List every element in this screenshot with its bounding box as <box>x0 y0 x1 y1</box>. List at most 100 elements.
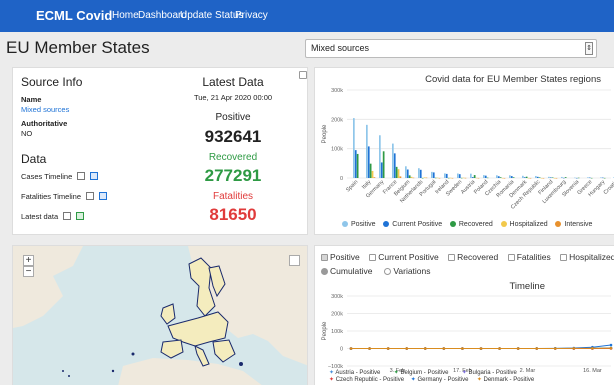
checkbox-positive[interactable] <box>321 254 328 261</box>
brand-logo[interactable]: ECML Covid <box>36 8 112 23</box>
legend-intensive[interactable]: Intensive <box>555 221 592 228</box>
latest-data-label: Latest data <box>21 212 59 221</box>
bar-recovered <box>486 177 489 179</box>
table-icon[interactable] <box>77 172 86 180</box>
timeline-point <box>461 347 464 350</box>
bar-positive <box>457 173 459 178</box>
bar-intensive <box>555 177 558 179</box>
bar-recovered <box>525 176 528 178</box>
expand-icon[interactable] <box>299 71 307 79</box>
toggle-fatalities[interactable]: Fatalities <box>507 252 551 262</box>
fatalities-timeline-label: Fatalities Timeline <box>21 192 82 201</box>
bar-positive <box>470 173 472 178</box>
legend-bulgaria[interactable]: Bulgaria - Positive <box>469 370 517 376</box>
legend-denmark[interactable]: Denmark - Positive <box>484 377 535 383</box>
source-name-link[interactable]: Mixed sources <box>21 105 69 114</box>
map-zoom-in-button[interactable]: + <box>23 255 34 266</box>
toggle-positive[interactable]: Positive <box>321 252 360 262</box>
timeline-y-tick: 0 <box>340 347 343 353</box>
bar-positive <box>392 143 394 178</box>
timeline-point <box>535 347 539 350</box>
legend-denmark-icon: ✦ <box>476 377 482 383</box>
bar-hospitalized <box>462 177 465 179</box>
doc-icon[interactable] <box>99 192 108 200</box>
source-select[interactable]: Mixed sources ⇕ <box>305 39 597 58</box>
legend-recovered[interactable]: Recovered <box>449 221 493 228</box>
checkbox-fatalities[interactable] <box>507 254 515 261</box>
toggle-recovered[interactable]: Recovered <box>448 252 498 262</box>
bar-recovered <box>408 175 411 178</box>
cases-timeline-label: Cases Timeline <box>21 172 73 181</box>
bar-x-tick: Croatia <box>603 179 614 196</box>
regions-bar-chart-card: Covid data for EU Member States regions … <box>314 67 614 235</box>
radio-variations[interactable]: Variations <box>384 266 431 276</box>
timeline-point <box>516 347 520 350</box>
checkbox-hospitalized[interactable] <box>560 254 568 261</box>
bar-positive <box>496 175 498 178</box>
series-toggles: Positive Current Positive Recovered Fata… <box>321 252 614 262</box>
bar-intensive <box>477 177 480 179</box>
bar-intensive <box>425 177 428 179</box>
bar-hospitalized <box>371 170 374 178</box>
doc-icon[interactable] <box>90 172 99 180</box>
bar-recovered <box>603 177 606 179</box>
bar-recovered <box>421 177 424 179</box>
checkbox-recovered[interactable] <box>448 254 456 261</box>
positive-label: Positive <box>215 112 251 123</box>
legend-hospitalized[interactable]: Hospitalized <box>500 221 548 228</box>
europe-map[interactable] <box>13 246 308 385</box>
bar-current-positive <box>510 176 513 178</box>
latest-data-row: Latest data <box>21 212 85 221</box>
bar-positive <box>405 166 407 178</box>
legend-current-positive[interactable]: Current Positive <box>383 221 442 228</box>
bar-intensive <box>464 177 467 179</box>
timeline-point <box>423 347 427 350</box>
map-layers-icon[interactable] <box>289 255 300 266</box>
island-caribbean <box>62 370 64 372</box>
table-icon[interactable] <box>86 192 95 200</box>
legend-czech[interactable]: Czech Republic - Positive <box>336 377 404 383</box>
bar-positive <box>535 175 537 178</box>
bar-positive <box>418 168 420 178</box>
bar-hospitalized <box>540 177 543 179</box>
timeline-chart: −100k0100k200k300kPeople3. Feb 17. Feb 2. … <box>322 294 613 372</box>
bar-y-tick: 300k <box>331 88 343 94</box>
legend-positive[interactable]: Positive <box>342 221 376 228</box>
timeline-point <box>591 347 594 350</box>
bar-positive <box>509 175 511 178</box>
checkbox-current-positive[interactable] <box>369 254 377 261</box>
bar-positive <box>600 177 602 178</box>
legend-hospitalized-label: Hospitalized <box>509 221 548 228</box>
nav-link-home[interactable]: Home <box>112 10 139 21</box>
timeline-point <box>609 346 613 350</box>
bar-chart: 0100k200k300kPeopleSpain ItalyGermanyFran… <box>322 88 614 211</box>
bar-intensive <box>438 177 441 179</box>
timeline-x-tick: 16. Mar <box>583 368 602 372</box>
bar-recovered <box>369 163 372 178</box>
nav-link-privacy[interactable]: Privacy <box>235 10 268 21</box>
nav-link-update-status[interactable]: Update Status <box>180 10 243 21</box>
bar-y-tick: 0 <box>340 176 343 182</box>
legend-germany[interactable]: Germany - Positive <box>417 377 468 383</box>
toggle-hospitalized[interactable]: Hospitalized <box>560 252 614 262</box>
radio-cumulative[interactable]: Cumulative <box>321 266 373 276</box>
bar-x-tick: Spain <box>345 179 359 193</box>
legend-belgium[interactable]: Belgium - Positive <box>400 370 448 376</box>
bar-recovered <box>512 177 515 178</box>
island-cyprus <box>239 362 243 366</box>
legend-bulgaria-icon: ✦ <box>461 370 467 376</box>
bar-recovered <box>395 166 398 178</box>
spreadsheet-icon[interactable] <box>76 212 85 220</box>
radio-variations-dot[interactable] <box>384 268 392 275</box>
radio-cumulative-dot[interactable] <box>321 268 328 275</box>
bar-hospitalized <box>410 176 413 178</box>
legend-austria[interactable]: Austria - Positive <box>335 370 380 376</box>
legend-germany-icon: ✦ <box>410 377 416 383</box>
map-card[interactable]: + − <box>12 245 308 385</box>
map-zoom-out-button[interactable]: − <box>23 266 34 277</box>
timeline-y-axis-label: People <box>322 321 328 340</box>
table-icon[interactable] <box>63 212 72 220</box>
bar-current-positive <box>549 177 552 178</box>
bar-current-positive <box>367 146 370 178</box>
toggle-current-positive[interactable]: Current Positive <box>369 252 439 262</box>
